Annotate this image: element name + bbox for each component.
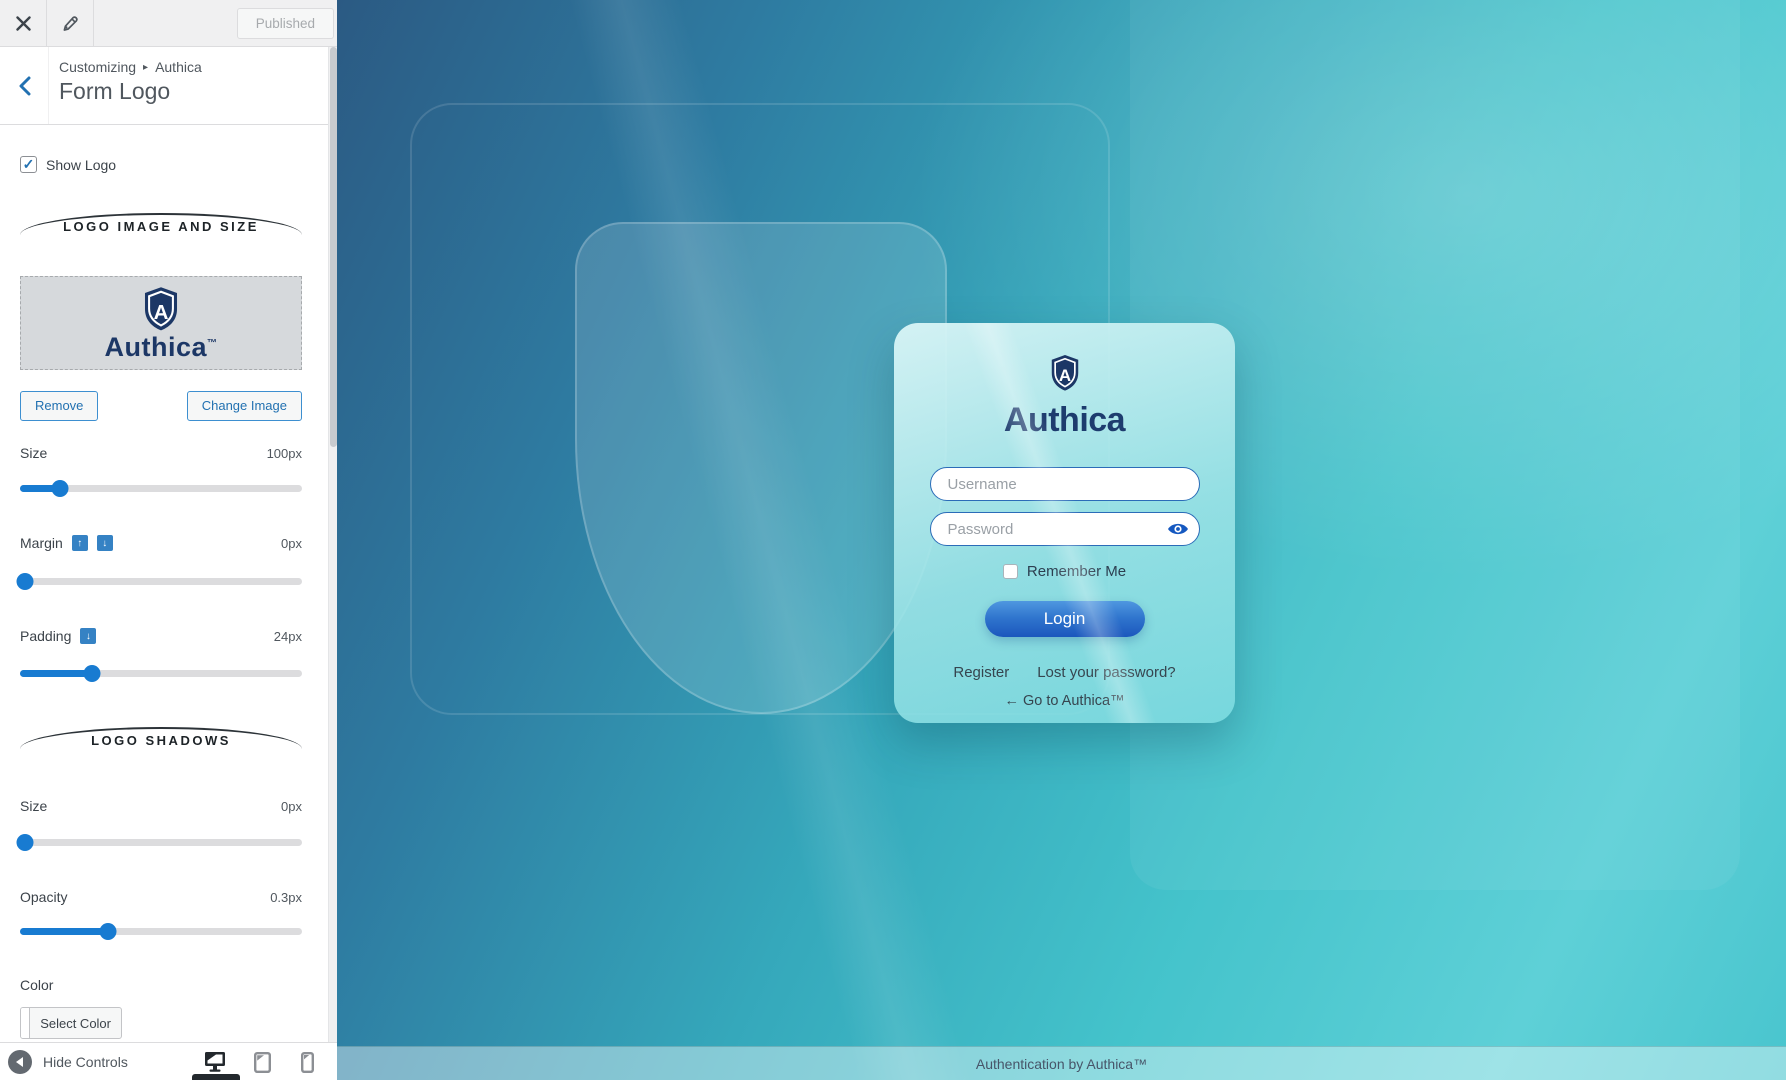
close-icon [15,15,31,31]
select-color-label: Select Color [40,1015,111,1031]
shadow-size-slider[interactable] [16,834,302,851]
close-button[interactable] [0,0,47,46]
shadow-color-label: Color [20,977,54,993]
show-logo-checkbox[interactable]: ✓ [20,156,37,173]
margin-label: Margin [20,535,63,551]
up-arrow-icon: ↑ [77,537,83,549]
padding-down-button[interactable]: ↓ [80,628,97,644]
trademark-symbol: ™ [207,337,218,349]
sidebar-scrollbar[interactable] [328,47,337,1042]
size-slider-thumb[interactable] [51,480,69,497]
preview-desktop-button[interactable] [201,1049,229,1075]
preview-footer: Authentication by Authica™ [337,1046,1786,1080]
padding-label: Padding [20,628,72,644]
preview-tablet-button[interactable] [248,1049,276,1075]
remove-button[interactable]: Remove [20,391,99,421]
edit-pencil-icon [63,16,78,31]
panel-content: ✓ Show Logo LOGO IMAGE AND SIZE A Authic… [0,125,328,1042]
bottom-controls-bar: Hide Controls [0,1042,337,1080]
login-brand-title: Authica [1003,401,1126,439]
shadow-size-control-row: Size 0px [20,798,302,814]
margin-value: 0px [281,535,302,551]
margin-up-button[interactable]: ↑ [71,535,88,551]
shadow-size-label: Size [20,798,48,814]
breadcrumb: Customizing ▸ Authica [59,59,202,75]
color-swatch[interactable] [21,1008,31,1038]
mobile-icon [300,1051,314,1073]
margin-down-button[interactable]: ↓ [96,535,113,551]
authica-shield-logo-icon: A [1051,355,1078,391]
breadcrumb-customizing: Customizing [59,59,137,75]
show-password-button[interactable] [1167,519,1189,539]
shadow-opacity-slider-thumb[interactable] [99,923,117,940]
footer-text: Authentication by Authica™ [975,1055,1148,1072]
scrollbar-thumb[interactable] [330,47,337,447]
logo-wordmark: Authica™ [104,331,218,362]
padding-value: 24px [273,628,302,644]
size-value: 100px [266,445,302,461]
svg-text:A: A [154,300,169,323]
show-logo-label: Show Logo [46,156,117,173]
lost-password-link[interactable]: Lost your password? [1037,664,1175,681]
shadow-opacity-value: 0.3px [270,889,302,905]
remember-me-label: Remember Me [1026,563,1127,580]
collapse-triangle-icon [15,1056,23,1067]
shadow-size-value: 0px [281,798,302,814]
edit-shortcut-button[interactable] [47,0,94,46]
site-preview: A Authica Remember Me Login Register Los… [337,0,1786,1080]
customizer-sidebar: Published Customizing ▸ Authica Form Log… [0,0,337,1080]
collapse-sidebar-button[interactable] [8,1049,32,1074]
preview-mobile-button[interactable] [293,1049,321,1075]
down-arrow-icon: ↓ [102,537,108,549]
show-logo-row: ✓ Show Logo [20,156,302,173]
size-slider[interactable] [20,480,302,497]
breadcrumb-authica: Authica [155,59,202,75]
back-button[interactable] [0,47,49,124]
margin-slider-thumb[interactable] [16,573,34,590]
select-color-button[interactable]: Select Color [20,1007,122,1039]
login-button[interactable]: Login [984,601,1145,637]
register-link[interactable]: Register [953,664,1009,681]
password-input[interactable] [929,512,1200,546]
section-title-logo-image-and-size: LOGO IMAGE AND SIZE [63,219,259,234]
size-label: Size [20,445,48,461]
down-arrow-icon: ↓ [85,630,91,642]
remember-me-row: Remember Me [1002,563,1127,580]
page-title: Form Logo [59,78,171,104]
go-to-authica-link[interactable]: ← Go to Authica™ [1004,693,1124,709]
margin-slider[interactable] [16,573,302,590]
login-card: A Authica Remember Me Login Register Los… [894,323,1235,723]
desktop-icon [205,1052,225,1072]
shadow-opacity-label: Opacity [20,889,68,905]
username-input[interactable] [929,467,1200,501]
size-control-row: Size 100px [20,445,302,461]
customizer-topbar: Published [0,0,337,47]
change-image-button[interactable]: Change Image [186,391,302,421]
tablet-icon [253,1051,271,1073]
breadcrumb-separator-icon: ▸ [143,61,149,73]
margin-control-row: Margin ↑ ↓ 0px [20,535,302,551]
logo-image-preview[interactable]: A Authica™ [20,276,302,370]
checkmark-icon: ✓ [22,156,35,172]
shadow-opacity-control-row: Opacity 0.3px [20,889,302,905]
remember-me-checkbox[interactable] [1002,564,1018,579]
authica-shield-logo-icon: A [144,286,178,330]
published-button[interactable]: Published [236,8,334,39]
shadow-opacity-slider[interactable] [20,923,302,940]
shadow-size-slider-thumb[interactable] [16,834,34,851]
active-device-indicator [192,1074,240,1080]
panel-header: Customizing ▸ Authica Form Logo [0,47,337,125]
padding-slider-thumb[interactable] [83,665,100,682]
hide-controls-label[interactable]: Hide Controls [43,1054,128,1070]
padding-slider[interactable] [20,665,302,682]
eye-icon [1167,523,1188,535]
padding-control-row: Padding ↓ 24px [20,628,302,644]
back-chevron-icon [19,76,30,95]
section-title-logo-shadows: LOGO SHADOWS [91,733,231,748]
svg-text:A: A [1058,366,1070,385]
